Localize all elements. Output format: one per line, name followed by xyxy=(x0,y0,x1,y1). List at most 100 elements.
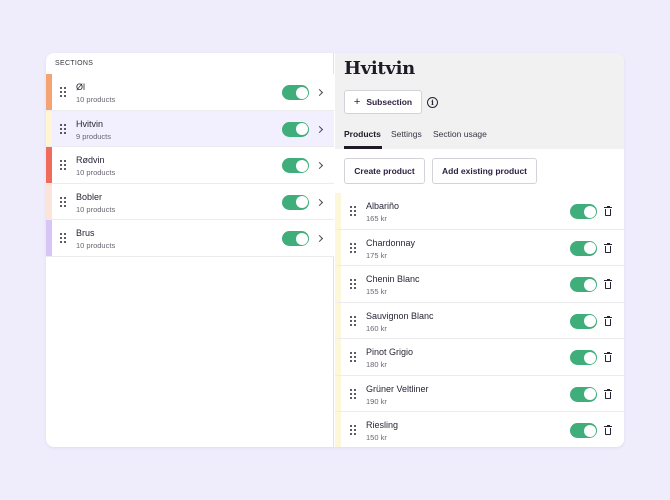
product-price: 180 kr xyxy=(366,360,387,369)
product-name: Sauvignon Blanc xyxy=(366,310,434,321)
product-price: 160 kr xyxy=(366,323,387,333)
chevron-right-icon[interactable] xyxy=(315,198,324,206)
chevron-right-icon[interactable] xyxy=(315,234,324,243)
product-color-strip xyxy=(335,375,341,411)
trash-icon[interactable] xyxy=(604,352,612,362)
section-product-count: 10 products xyxy=(76,204,116,214)
info-icon[interactable]: i xyxy=(427,97,438,108)
section-name: Brus xyxy=(76,228,95,238)
product-toggle[interactable] xyxy=(570,386,597,402)
product-price: 190 kr xyxy=(366,396,387,406)
product-price: 150 kr xyxy=(366,433,387,442)
product-row[interactable]: Albariño 165 kr xyxy=(335,193,624,230)
product-toggle[interactable] xyxy=(570,277,597,292)
add-existing-product-button[interactable]: Add existing product xyxy=(432,158,537,184)
active-tab-indicator xyxy=(344,146,382,149)
product-price: 175 kr xyxy=(366,250,387,260)
trash-icon[interactable] xyxy=(604,315,612,326)
product-toggle[interactable] xyxy=(570,350,597,365)
product-name: Chardonnay xyxy=(366,237,416,248)
product-list: Albariño 165 kr Chardonnay 175 kr Chenin… xyxy=(335,193,624,447)
product-row[interactable]: Chardonnay 175 kr xyxy=(335,229,624,266)
section-toggle[interactable] xyxy=(282,158,309,173)
section-name: Hvitvin xyxy=(76,118,104,129)
drag-handle-icon[interactable] xyxy=(60,87,67,98)
product-row[interactable]: Sauvignon Blanc 160 kr xyxy=(335,302,624,339)
drag-handle-icon[interactable] xyxy=(350,206,357,217)
trash-icon[interactable] xyxy=(604,206,612,216)
section-color-strip xyxy=(46,74,52,110)
product-price: 155 kr xyxy=(366,287,387,296)
section-row-hvitvin[interactable]: Hvitvin 9 products xyxy=(46,110,334,147)
app-card: SECTIONS Øl 10 products Hvitvin 9 produc… xyxy=(46,53,624,447)
drag-handle-icon[interactable] xyxy=(60,123,67,134)
section-row-ol[interactable]: Øl 10 products xyxy=(46,74,334,111)
product-color-strip xyxy=(335,229,341,265)
section-row-bobler[interactable]: Bobler 10 products xyxy=(46,183,334,220)
create-product-button[interactable]: Create product xyxy=(344,158,425,184)
section-list: Øl 10 products Hvitvin 9 products Rødvin… xyxy=(46,74,334,257)
section-product-count: 10 products xyxy=(76,168,116,177)
chevron-right-icon[interactable] xyxy=(315,161,324,170)
plus-icon: + xyxy=(353,95,361,108)
product-toggle[interactable] xyxy=(570,240,597,256)
section-toggle[interactable] xyxy=(282,194,309,210)
add-subsection-label: Subsection xyxy=(366,97,413,107)
section-toggle[interactable] xyxy=(282,121,309,137)
product-row[interactable]: Chenin Blanc 155 kr xyxy=(335,266,624,303)
product-color-strip xyxy=(335,266,341,302)
product-name: Pinot Grigio xyxy=(366,347,414,357)
trash-icon[interactable] xyxy=(604,425,612,435)
drag-handle-icon[interactable] xyxy=(350,352,357,363)
drag-handle-icon[interactable] xyxy=(60,233,67,244)
product-color-strip xyxy=(335,193,341,229)
product-name: Chenin Blanc xyxy=(366,274,420,284)
product-price: 165 kr xyxy=(366,214,387,223)
section-color-strip xyxy=(46,220,52,256)
section-color-strip xyxy=(46,183,52,219)
drag-handle-icon[interactable] xyxy=(350,242,357,253)
section-color-strip xyxy=(46,110,52,146)
drag-handle-icon[interactable] xyxy=(350,315,357,326)
section-row-rodvin[interactable]: Rødvin 10 products xyxy=(46,147,334,184)
drag-handle-icon[interactable] xyxy=(350,425,357,436)
add-subsection-button[interactable]: + Subsection xyxy=(344,90,422,114)
product-toggle[interactable] xyxy=(570,423,597,438)
trash-icon[interactable] xyxy=(604,388,612,399)
sections-heading: SECTIONS xyxy=(55,60,94,67)
product-toggle[interactable] xyxy=(570,204,597,219)
trash-icon[interactable] xyxy=(604,279,612,289)
trash-icon[interactable] xyxy=(604,242,612,253)
drag-handle-icon[interactable] xyxy=(350,279,357,290)
section-product-count: 10 products xyxy=(76,95,116,104)
product-name: Albariño xyxy=(366,201,400,211)
chevron-right-icon[interactable] xyxy=(315,125,324,133)
product-color-strip xyxy=(335,302,341,338)
product-toggle[interactable] xyxy=(570,313,597,329)
section-toggle[interactable] xyxy=(282,85,309,100)
product-name: Grüner Veltliner xyxy=(366,383,429,394)
product-row[interactable]: Riesling 150 kr xyxy=(335,412,624,447)
page-title: Hvitvin xyxy=(344,58,415,79)
section-name: Bobler xyxy=(76,191,103,202)
section-toggle[interactable] xyxy=(282,231,309,246)
product-name: Riesling xyxy=(366,420,399,430)
section-row-brus[interactable]: Brus 10 products xyxy=(46,220,334,257)
section-name: Rødvin xyxy=(76,155,105,165)
product-row[interactable]: Grüner Veltliner 190 kr xyxy=(335,375,624,412)
drag-handle-icon[interactable] xyxy=(60,160,67,171)
drag-handle-icon[interactable] xyxy=(350,388,357,399)
section-product-count: 9 products xyxy=(76,131,112,141)
section-product-count: 10 products xyxy=(76,241,116,250)
tab-products[interactable]: Products xyxy=(344,129,381,139)
tab-settings[interactable]: Settings xyxy=(391,129,422,139)
product-color-strip xyxy=(335,339,341,375)
section-color-strip xyxy=(46,147,52,183)
product-row[interactable]: Pinot Grigio 180 kr xyxy=(335,339,624,376)
chevron-right-icon[interactable] xyxy=(315,88,324,97)
section-name: Øl xyxy=(76,82,85,92)
product-color-strip xyxy=(335,412,341,447)
drag-handle-icon[interactable] xyxy=(60,196,67,207)
sections-pane: SECTIONS Øl 10 products Hvitvin 9 produc… xyxy=(46,53,334,447)
tab-section-usage[interactable]: Section usage xyxy=(433,129,487,139)
